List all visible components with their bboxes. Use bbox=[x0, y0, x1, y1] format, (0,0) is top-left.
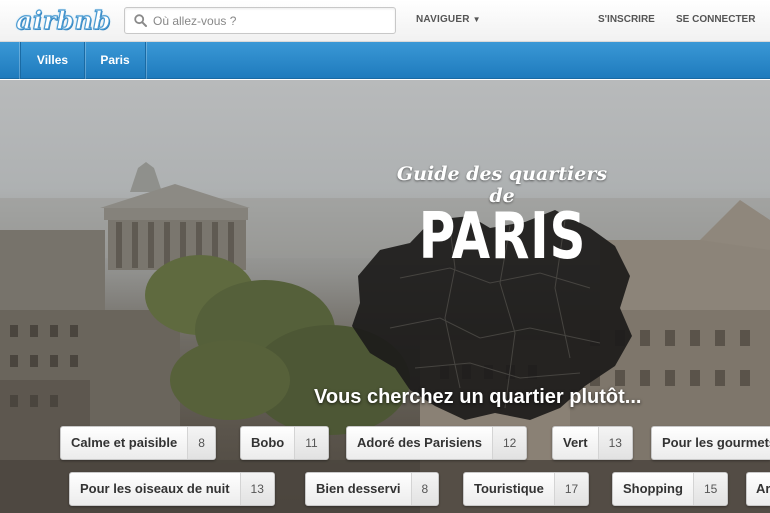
tag-touristique[interactable]: Touristique 17 bbox=[463, 472, 590, 506]
tag-count: 13 bbox=[239, 473, 274, 505]
breadcrumb: Villes Paris bbox=[0, 42, 770, 79]
tag-pour-les-gourmets[interactable]: Pour les gourmets bbox=[651, 426, 770, 460]
tag-bien-desservi[interactable]: Bien desservi 8 bbox=[305, 472, 440, 506]
tag-label: Touristique bbox=[474, 481, 544, 496]
tag-pour-les-oiseaux-de-nuit[interactable]: Pour les oiseaux de nuit 13 bbox=[69, 472, 275, 506]
search-input[interactable] bbox=[153, 10, 389, 31]
tag-label: Bobo bbox=[251, 435, 285, 450]
signup-link[interactable]: S'INSCRIRE bbox=[598, 14, 655, 25]
tag-partial[interactable]: Ar bbox=[746, 472, 770, 506]
tag-label: Pour les oiseaux de nuit bbox=[80, 481, 230, 496]
search-icon bbox=[134, 14, 147, 27]
tag-label: Pour les gourmets bbox=[662, 435, 770, 450]
tag-label: Adoré des Parisiens bbox=[357, 435, 482, 450]
city-title: PARIS bbox=[418, 200, 587, 274]
browse-menu-button[interactable]: NAVIGUER ▼ bbox=[416, 14, 481, 25]
tag-label: Shopping bbox=[623, 481, 683, 496]
tag-shopping[interactable]: Shopping 15 bbox=[612, 472, 729, 506]
tag-label: Vert bbox=[563, 435, 588, 450]
top-header: airbnb NAVIGUER▼ S'INSCRIRE SE CONNECTER bbox=[0, 0, 770, 42]
browse-menu-label: NAVIGUER bbox=[416, 14, 470, 25]
breadcrumb-item-villes[interactable]: Villes bbox=[20, 42, 85, 79]
hero-banner: Guide des quartiers de PARIS Vous cherch… bbox=[0, 80, 770, 513]
tag-label: Calme et paisible bbox=[71, 435, 178, 450]
tag-label: Bien desservi bbox=[316, 481, 401, 496]
search-box[interactable] bbox=[124, 7, 396, 34]
tag-count: 8 bbox=[187, 427, 215, 459]
tag-count: 17 bbox=[553, 473, 589, 505]
tag-bobo[interactable]: Bobo 11 bbox=[240, 426, 329, 460]
tag-count: 8 bbox=[410, 473, 439, 505]
airbnb-logo[interactable]: airbnb bbox=[15, 5, 111, 35]
tag-count: 12 bbox=[492, 427, 527, 459]
tag-calme-et-paisible[interactable]: Calme et paisible 8 bbox=[60, 426, 216, 460]
chevron-down-icon: ▼ bbox=[472, 15, 481, 24]
breadcrumb-item-paris[interactable]: Paris bbox=[85, 42, 146, 79]
tag-label: Ar bbox=[756, 481, 770, 496]
tag-adore-des-parisiens[interactable]: Adoré des Parisiens 12 bbox=[346, 426, 528, 460]
tag-count: 11 bbox=[294, 427, 328, 459]
tag-vert[interactable]: Vert 13 bbox=[552, 426, 633, 460]
tag-count: 15 bbox=[692, 473, 728, 505]
login-link[interactable]: SE CONNECTER bbox=[676, 14, 755, 25]
tag-count: 13 bbox=[597, 427, 632, 459]
neighborhood-question: Vous cherchez un quartier plutôt... bbox=[314, 386, 642, 408]
